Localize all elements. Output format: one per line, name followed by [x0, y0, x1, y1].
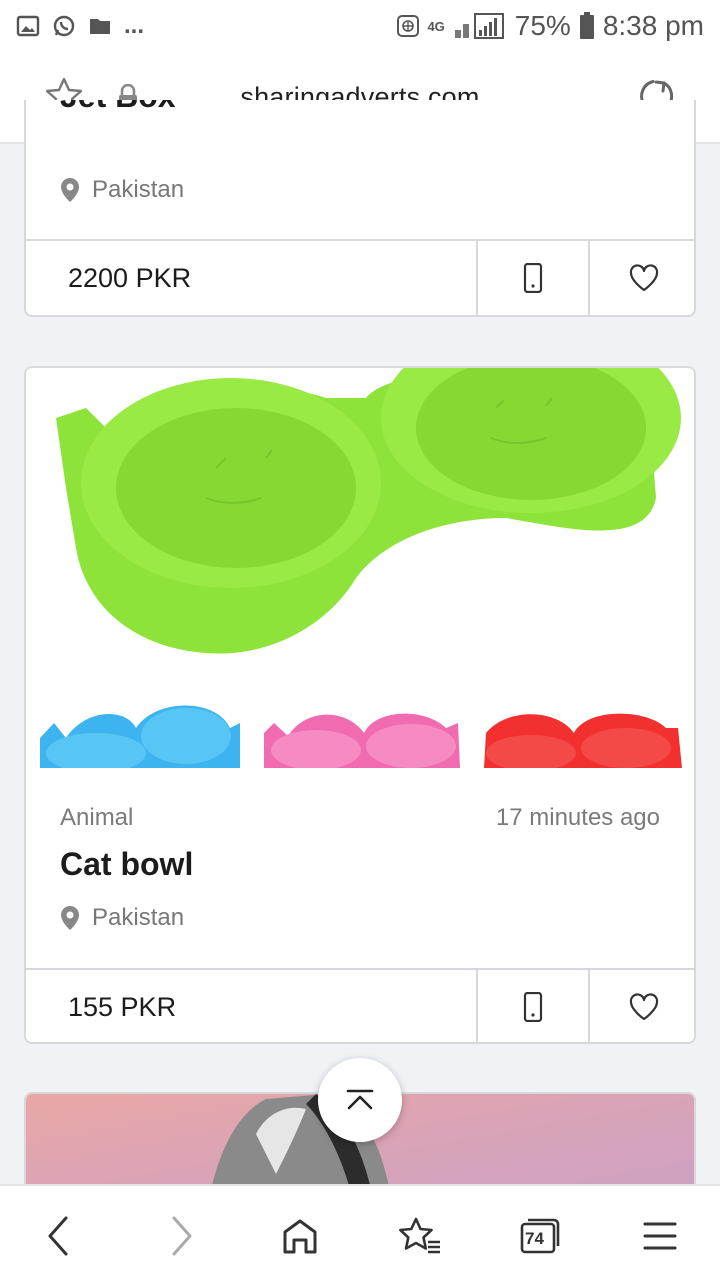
- listing-category[interactable]: Animal: [60, 804, 133, 832]
- status-bar: ... 4G 75% 8:38 pm: [0, 0, 720, 52]
- forward-icon: [172, 1216, 192, 1256]
- price-row: 155 PKR: [26, 968, 694, 1042]
- back-button[interactable]: [34, 1212, 82, 1260]
- listing-location: Pakistan: [60, 176, 184, 204]
- battery-icon: [579, 12, 594, 39]
- listing-card[interactable]: Animal 17 minutes ago Cat bowl Pakistan …: [24, 366, 696, 1044]
- product-image[interactable]: [26, 368, 696, 768]
- listing-meta: Animal 17 minutes ago: [60, 804, 660, 832]
- back-icon: [48, 1216, 68, 1256]
- home-button[interactable]: [276, 1212, 324, 1260]
- menu-button[interactable]: [636, 1212, 684, 1260]
- listing-location: Pakistan: [60, 904, 184, 932]
- call-button[interactable]: [478, 970, 588, 1042]
- network-type: 4G: [427, 18, 445, 34]
- listing-time: 17 minutes ago: [495, 804, 660, 831]
- location-text: Pakistan: [92, 176, 185, 203]
- bookmarks-icon: [399, 1217, 440, 1254]
- call-button[interactable]: [478, 241, 588, 315]
- tabs-button[interactable]: 74: [516, 1212, 564, 1260]
- phone-icon: [523, 992, 543, 1022]
- bookmarks-button[interactable]: [396, 1212, 444, 1260]
- whatsapp-icon: [53, 15, 75, 37]
- location-pin-icon: [61, 178, 79, 202]
- forward-button[interactable]: [158, 1212, 206, 1260]
- battery-level: 75%: [514, 10, 571, 41]
- location-pin-icon: [61, 906, 79, 930]
- listing-card[interactable]: Jet Box Pakistan 2200 PKR: [24, 100, 696, 317]
- clock: 8:38 pm: [602, 10, 704, 41]
- scroll-to-top-button[interactable]: [318, 1058, 402, 1142]
- gallery-icon: [16, 15, 40, 37]
- folder-icon: [90, 19, 110, 34]
- chevron-up-icon: [346, 1089, 374, 1110]
- location-text: Pakistan: [92, 904, 185, 931]
- listing-title[interactable]: Cat bowl: [60, 846, 193, 883]
- listing-title[interactable]: Jet Box: [60, 100, 176, 115]
- favorite-button[interactable]: [588, 241, 694, 315]
- phone-icon: [523, 263, 543, 293]
- listing-price: 155 PKR: [26, 970, 478, 1042]
- browser-bottom-nav: 74: [0, 1184, 720, 1280]
- menu-icon: [643, 1222, 677, 1250]
- home-icon: [283, 1219, 317, 1254]
- heart-icon: [629, 993, 659, 1021]
- favorite-button[interactable]: [588, 970, 694, 1042]
- heart-icon: [629, 264, 659, 292]
- listing-price: 2200 PKR: [26, 241, 478, 315]
- vpn-icon: [397, 15, 420, 37]
- signal-icon: [454, 13, 504, 39]
- price-row: 2200 PKR: [26, 239, 694, 315]
- tab-count: 74: [525, 1229, 544, 1248]
- status-overflow: ...: [124, 12, 145, 39]
